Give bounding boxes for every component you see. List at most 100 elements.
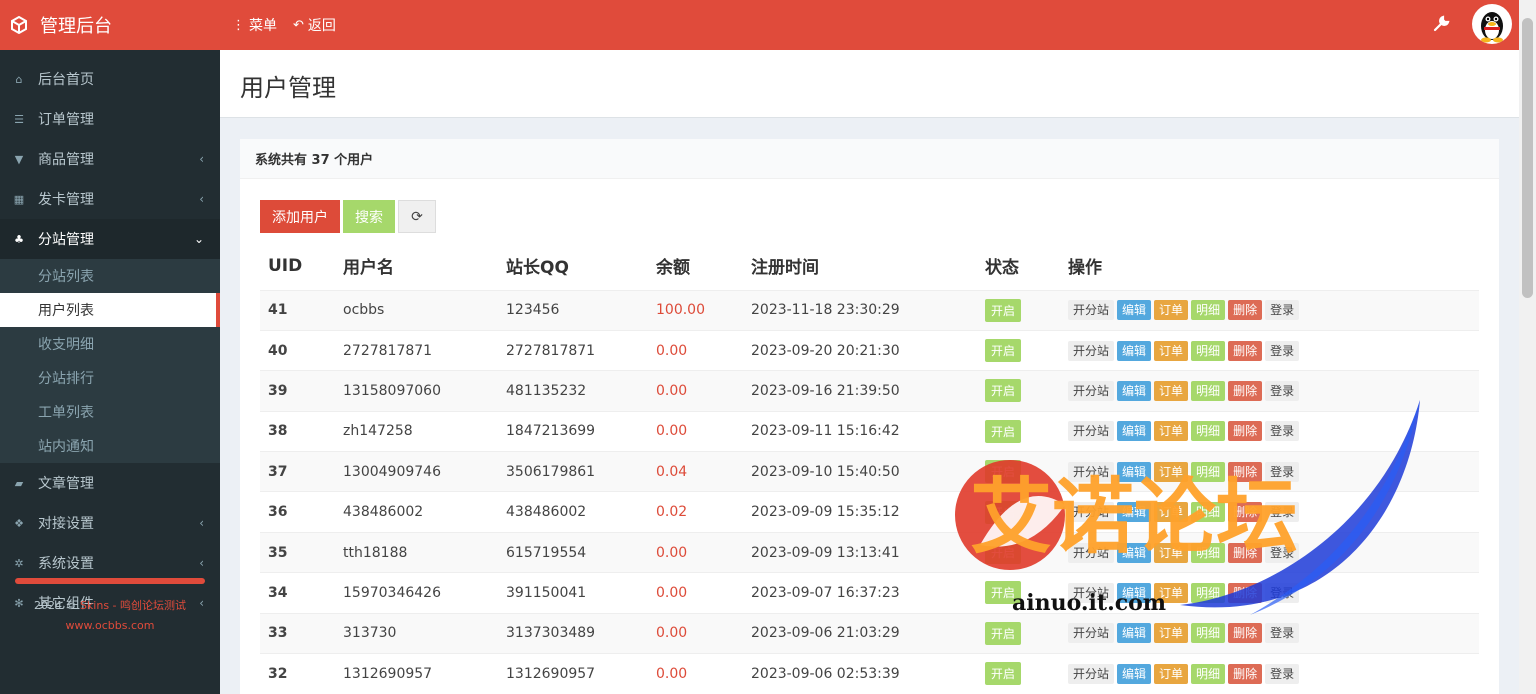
details-button[interactable]: 明细 <box>1191 502 1226 523</box>
scrollbar-thumb[interactable] <box>1522 18 1533 298</box>
menu-toggle-button[interactable]: ⋮ 菜单 <box>232 15 277 35</box>
status-badge[interactable]: 开启 <box>985 621 1022 645</box>
login-button[interactable]: 登录 <box>1265 542 1300 563</box>
register-time-cell: 2023-09-09 13:13:41 <box>743 531 977 573</box>
login-button[interactable]: 登录 <box>1265 582 1300 603</box>
page-scrollbar[interactable] <box>1519 0 1536 694</box>
login-button[interactable]: 登录 <box>1265 663 1300 684</box>
edit-button[interactable]: 编辑 <box>1117 582 1152 603</box>
login-button[interactable]: 登录 <box>1265 300 1300 321</box>
status-badge[interactable]: 开启 <box>985 339 1022 363</box>
edit-button[interactable]: 编辑 <box>1117 300 1152 321</box>
details-button[interactable]: 明细 <box>1191 461 1226 482</box>
edit-button[interactable]: 编辑 <box>1117 542 1152 563</box>
details-button[interactable]: 明细 <box>1191 380 1226 401</box>
wrench-icon[interactable] <box>1431 14 1451 34</box>
edit-button[interactable]: 编辑 <box>1117 380 1152 401</box>
details-button[interactable]: 明细 <box>1191 623 1226 644</box>
status-badge[interactable]: 开启 <box>985 662 1022 686</box>
footer-brand-link[interactable]: Skins - 鸣创论坛测试 <box>80 599 186 612</box>
sidebar-item-cards[interactable]: ▦ 发卡管理 ‹ <box>0 179 220 219</box>
refresh-button[interactable]: ⟳ <box>398 200 436 233</box>
orders-button[interactable]: 订单 <box>1154 542 1189 563</box>
delete-button[interactable]: 删除 <box>1228 461 1263 482</box>
login-button[interactable]: 登录 <box>1265 502 1300 523</box>
edit-button[interactable]: 编辑 <box>1117 461 1152 482</box>
delete-button[interactable]: 删除 <box>1228 663 1263 684</box>
sidebar-item-orders[interactable]: ☰ 订单管理 <box>0 99 220 139</box>
orders-button[interactable]: 订单 <box>1154 502 1189 523</box>
orders-button[interactable]: 订单 <box>1154 582 1189 603</box>
details-button[interactable]: 明细 <box>1191 300 1226 321</box>
status-badge[interactable]: 开启 <box>985 460 1022 484</box>
status-badge[interactable]: 开启 <box>985 500 1022 524</box>
login-button[interactable]: 登录 <box>1265 340 1300 361</box>
sidebar-item-home[interactable]: ⌂ 后台首页 <box>0 59 220 99</box>
login-button[interactable]: 登录 <box>1265 461 1300 482</box>
delete-button[interactable]: 删除 <box>1228 542 1263 563</box>
details-button[interactable]: 明细 <box>1191 663 1226 684</box>
delete-button[interactable]: 删除 <box>1228 623 1263 644</box>
submenu-item-substation-list[interactable]: 分站列表 <box>0 259 220 293</box>
details-button[interactable]: 明细 <box>1191 582 1226 603</box>
open-substation-button[interactable]: 开分站 <box>1068 461 1115 482</box>
sidebar-item-articles[interactable]: ▰ 文章管理 <box>0 463 220 503</box>
status-badge[interactable]: 开启 <box>985 541 1022 565</box>
open-substation-button[interactable]: 开分站 <box>1068 300 1115 321</box>
delete-button[interactable]: 删除 <box>1228 502 1263 523</box>
login-button[interactable]: 登录 <box>1265 421 1300 442</box>
orders-button[interactable]: 订单 <box>1154 623 1189 644</box>
open-substation-button[interactable]: 开分站 <box>1068 623 1115 644</box>
delete-button[interactable]: 删除 <box>1228 380 1263 401</box>
details-button[interactable]: 明细 <box>1191 340 1226 361</box>
open-substation-button[interactable]: 开分站 <box>1068 663 1115 684</box>
details-button[interactable]: 明细 <box>1191 542 1226 563</box>
sidebar-item-system[interactable]: ✲ 系统设置 ‹ <box>0 543 220 583</box>
delete-button[interactable]: 删除 <box>1228 300 1263 321</box>
back-button[interactable]: ↶ 返回 <box>293 15 336 35</box>
sidebar-item-integration[interactable]: ❖ 对接设置 ‹ <box>0 503 220 543</box>
open-substation-button[interactable]: 开分站 <box>1068 421 1115 442</box>
edit-button[interactable]: 编辑 <box>1117 340 1152 361</box>
orders-button[interactable]: 订单 <box>1154 380 1189 401</box>
avatar[interactable] <box>1472 4 1512 44</box>
delete-button[interactable]: 删除 <box>1228 421 1263 442</box>
delete-button[interactable]: 删除 <box>1228 582 1263 603</box>
status-badge[interactable]: 开启 <box>985 581 1022 605</box>
status-badge[interactable]: 开启 <box>985 298 1022 322</box>
orders-button[interactable]: 订单 <box>1154 340 1189 361</box>
register-time-cell: 2023-09-09 15:35:12 <box>743 491 977 533</box>
sidebar-item-products[interactable]: ▼ 商品管理 ‹ <box>0 139 220 179</box>
add-user-button[interactable]: 添加用户 <box>260 200 340 233</box>
orders-button[interactable]: 订单 <box>1154 300 1189 321</box>
submenu-item-ranking[interactable]: 分站排行 <box>0 361 220 395</box>
open-substation-button[interactable]: 开分站 <box>1068 340 1115 361</box>
footer-url-link[interactable]: www.ocbbs.com <box>0 616 220 636</box>
brand[interactable]: 管理后台 <box>0 0 220 50</box>
edit-button[interactable]: 编辑 <box>1117 663 1152 684</box>
login-button[interactable]: 登录 <box>1265 380 1300 401</box>
open-substation-button[interactable]: 开分站 <box>1068 542 1115 563</box>
edit-button[interactable]: 编辑 <box>1117 421 1152 442</box>
open-substation-button[interactable]: 开分站 <box>1068 502 1115 523</box>
login-button[interactable]: 登录 <box>1265 623 1300 644</box>
sidebar-item-substations[interactable]: ♣ 分站管理 ⌄ <box>0 219 220 259</box>
open-substation-button[interactable]: 开分站 <box>1068 582 1115 603</box>
submenu-item-finance[interactable]: 收支明细 <box>0 327 220 361</box>
search-button[interactable]: 搜索 <box>343 200 395 233</box>
edit-button[interactable]: 编辑 <box>1117 502 1152 523</box>
submenu-item-user-list[interactable]: 用户列表 <box>0 293 220 327</box>
sidebar-item-label: 订单管理 <box>38 112 94 128</box>
delete-button[interactable]: 删除 <box>1228 340 1263 361</box>
orders-button[interactable]: 订单 <box>1154 461 1189 482</box>
orders-button[interactable]: 订单 <box>1154 421 1189 442</box>
submenu-item-tickets[interactable]: 工单列表 <box>0 395 220 429</box>
status-badge[interactable]: 开启 <box>985 419 1022 443</box>
details-button[interactable]: 明细 <box>1191 421 1226 442</box>
orders-button[interactable]: 订单 <box>1154 663 1189 684</box>
open-substation-button[interactable]: 开分站 <box>1068 380 1115 401</box>
status-badge[interactable]: 开启 <box>985 379 1022 403</box>
edit-button[interactable]: 编辑 <box>1117 623 1152 644</box>
submenu-item-notices[interactable]: 站内通知 <box>0 429 220 463</box>
status-cell: 开启 <box>977 572 1060 614</box>
